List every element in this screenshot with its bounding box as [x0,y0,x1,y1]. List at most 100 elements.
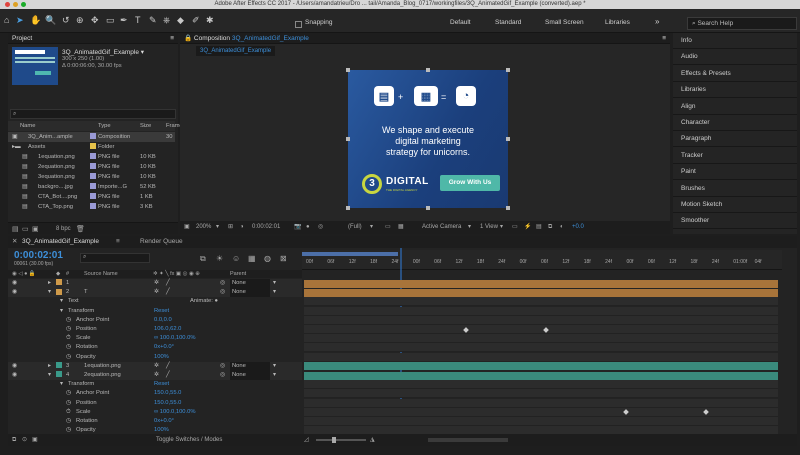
label-color-swatch[interactable] [90,192,96,202]
property-value[interactable]: Reset [154,307,169,316]
expand-arrow-icon[interactable]: ▾ [60,380,63,389]
stopwatch-icon[interactable]: ◷ [66,389,71,398]
switch-shy-icon[interactable]: ✲ [154,371,159,380]
stopwatch-icon[interactable]: ◷ [66,325,71,334]
property-value[interactable]: ∞ 100.0,100.0% [154,408,196,417]
view-layout-select[interactable]: 1 View [480,221,498,234]
property-value[interactable]: 100% [154,353,169,362]
project-item[interactable]: ▤ 3equation.png PNG file 10 KB [8,172,175,182]
timeline-icon[interactable]: ▤ [536,221,542,234]
col-size[interactable]: Size [140,121,151,131]
panel-menu-icon[interactable]: ≡ [662,33,670,44]
animate-menu[interactable]: Animate: ● [190,297,218,306]
toggle-switches-modes[interactable]: Toggle Switches / Modes [156,434,222,446]
stopwatch-icon[interactable]: ◷ [66,399,71,408]
layer-label-color[interactable] [56,288,62,297]
pick-whip-icon[interactable]: ◎ [220,371,225,380]
workspace-libraries[interactable]: Libraries [605,19,630,26]
layer-duration-bar[interactable] [304,371,778,380]
frame-blend-icon[interactable]: ▦ [248,254,256,263]
layer-label-color[interactable] [56,279,62,288]
switch-quality-icon[interactable]: ╱ [166,288,170,297]
selection-handle[interactable] [506,68,510,72]
project-search-input[interactable]: ⌕ [10,109,176,119]
stopwatch-icon[interactable]: ⏱ [66,408,71,417]
motion-blur-icon[interactable]: ◍ [264,254,271,263]
pan-behind-tool-icon[interactable]: ✥ [91,15,99,26]
selection-tool-icon[interactable]: ➤ [16,15,24,26]
new-folder-icon[interactable]: ▭ [22,225,29,233]
property-row[interactable]: ▾ Text Animate: ● [8,297,302,306]
property-row[interactable]: ⏱ Scale ∞ 100.0,100.0% [8,408,302,417]
chevron-down-icon[interactable]: ▾ [273,288,276,297]
comp-flowchart-icon[interactable]: ⧉ [200,254,206,264]
layer-label-color[interactable] [56,362,62,371]
clone-stamp-icon[interactable]: ⎈ [163,15,170,26]
project-item[interactable]: ▤ CTA_Bot....png PNG file 1 KB [8,192,175,202]
zoom-slider-handle[interactable] [332,437,336,443]
layer-name[interactable]: 2equation.png [84,371,121,380]
property-row[interactable]: ▾ Transform Reset [8,307,302,316]
expand-arrow-icon[interactable]: ▾ [48,288,51,297]
chevron-down-icon[interactable]: ▾ [500,221,503,234]
grid-icon[interactable]: ⊞ [228,221,233,234]
camera-tool-icon[interactable]: ⊕ [76,15,84,26]
stopwatch-icon[interactable]: ◷ [66,417,71,426]
expand-arrow-icon[interactable]: ▸ [48,362,51,371]
expand-layer-switches-icon[interactable]: ⧉ [12,434,16,446]
visibility-eye-icon[interactable]: ◉ [12,288,17,297]
comp-tab-name[interactable]: 3Q_AnimatedGif_Example [232,35,309,42]
pick-whip-icon[interactable]: ◎ [220,288,225,297]
property-row[interactable]: ◷ Opacity 100% [8,353,302,362]
project-item[interactable]: ▤ 2equation.png PNG file 10 KB [8,162,175,172]
horizontal-scrollbar[interactable] [428,438,508,442]
panel-info[interactable]: Info [673,33,797,49]
workspace-default[interactable]: Default [450,19,471,26]
layer-row[interactable]: ◉ ▾ 4 2equation.png ✲ ╱ ◎ None ▾ [8,371,302,380]
mask-visibility-icon[interactable]: ◑ [240,221,244,234]
property-row[interactable]: ◷ Anchor Point 150.0,55.0 [8,389,302,398]
window-controls[interactable] [5,2,26,7]
stopwatch-icon[interactable]: ⏱ [66,334,71,343]
panel-menu-icon[interactable]: ≡ [116,236,120,248]
chevron-down-icon[interactable]: ▾ [370,221,373,234]
panel-character[interactable]: Character [673,115,797,131]
workspace-small-screen[interactable]: Small Screen [545,19,584,26]
timeline-current-time[interactable]: 0:00:02:01 [14,250,63,261]
pick-whip-icon[interactable]: ◎ [220,362,225,371]
channel-icon[interactable]: ◎ [318,221,323,234]
property-value[interactable]: 0.0,0.0 [154,316,172,325]
property-row[interactable]: ◷ Position 106.0,62.0 [8,325,302,334]
render-queue-tab[interactable]: Render Queue [140,236,183,248]
parent-select[interactable]: None [230,371,270,380]
search-help-field[interactable]: ⌕ Search Help [687,17,797,30]
show-snapshot-icon[interactable]: ● [306,221,310,234]
label-color-swatch[interactable] [90,202,96,212]
snapping-checkbox[interactable] [295,21,302,28]
panel-smoother[interactable]: Smoother [673,213,797,230]
source-name-header[interactable]: Source Name [84,270,118,278]
layer-label-color[interactable] [56,371,62,380]
visibility-eye-icon[interactable]: ◉ [12,371,17,380]
property-row[interactable]: ◷ Position 150.0,55.0 [8,399,302,408]
roto-brush-icon[interactable]: ✐ [192,15,200,26]
current-time-display[interactable]: 0:00:02:01 [252,221,280,234]
parent-select[interactable]: None [230,279,270,288]
puppet-pin-icon[interactable]: ✱ [206,15,214,26]
chevron-down-icon[interactable]: ▾ [273,371,276,380]
trash-icon[interactable]: 🗑 [76,225,85,233]
parent-select[interactable]: None [230,288,270,298]
property-row[interactable]: ▾ Transform Reset [8,380,302,389]
camera-select[interactable]: Active Camera [422,221,461,234]
chevron-down-icon[interactable]: ▾ [273,362,276,371]
transparency-grid-icon[interactable]: ▦ [398,221,404,234]
panel-align[interactable]: Align [673,99,797,115]
layer-name[interactable]: 1equation.png [84,362,121,371]
pen-tool-icon[interactable]: ✒ [120,15,128,26]
col-type[interactable]: Type [98,121,111,131]
rotate-tool-icon[interactable]: ↺ [62,15,70,26]
workspace-standard[interactable]: Standard [495,19,521,26]
property-row[interactable]: ◷ Rotation 0x+0.0° [8,343,302,352]
selection-handle[interactable] [506,137,510,141]
workspace-more-icon[interactable]: » [655,17,659,26]
